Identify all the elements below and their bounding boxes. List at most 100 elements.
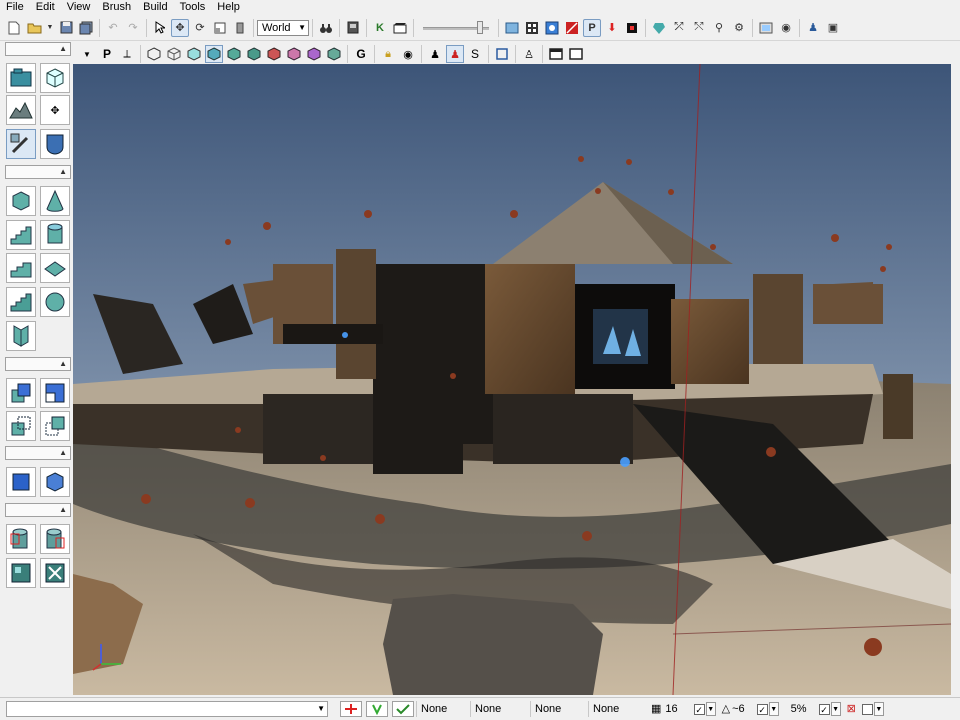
check-all-icon[interactable] (392, 701, 414, 717)
show-selected-icon[interactable] (40, 524, 70, 554)
sidebar-group-header[interactable]: ▲ (5, 446, 71, 460)
rotation-snap[interactable]: △ ~6 (719, 701, 748, 717)
lit-icon[interactable] (205, 45, 223, 63)
geometry-mode-icon[interactable] (40, 63, 70, 93)
sheet-brush-icon[interactable] (40, 253, 70, 283)
viewport-options-dropdown[interactable]: ▼ (78, 45, 96, 63)
rotation-checkbox[interactable]: ✓ (756, 703, 768, 715)
build-all-icon[interactable]: ⤲ (690, 19, 708, 37)
perspective-viewport[interactable] (73, 64, 951, 695)
material-editor-icon[interactable]: ⚙ (730, 19, 748, 37)
grid-size[interactable]: ▦ 16 (648, 701, 681, 717)
cone-brush-icon[interactable] (40, 186, 70, 216)
perspective-button[interactable]: P (98, 45, 116, 63)
terrain-mode-icon[interactable] (6, 95, 36, 125)
menu-build[interactable]: Build (137, 0, 173, 15)
scale-toggle[interactable]: ✓ ▼ (816, 701, 844, 717)
save-icon[interactable] (57, 19, 75, 37)
actor-classes-icon[interactable] (543, 19, 561, 37)
matinee-icon[interactable] (344, 19, 362, 37)
menu-help[interactable]: Help (211, 0, 246, 15)
level-icon[interactable]: ◉ (777, 19, 795, 37)
play-on-pc-icon[interactable] (563, 19, 581, 37)
generic-browser-icon[interactable] (523, 19, 541, 37)
menu-edit[interactable]: Edit (30, 0, 61, 15)
collapse-arrow-icon[interactable]: ▲ (59, 505, 67, 514)
curved-stair-icon[interactable] (6, 253, 36, 283)
new-file-icon[interactable] (5, 19, 23, 37)
detail-lighting-icon[interactable] (225, 45, 243, 63)
translate-icon[interactable]: ✥ (171, 18, 189, 37)
menu-file[interactable]: File (0, 0, 30, 15)
sidebar-group-header[interactable]: ▲ (5, 357, 71, 371)
sidebar-group-header[interactable]: ▲ (5, 503, 71, 517)
volumetric-brush-icon[interactable] (6, 321, 36, 351)
cube-brush-icon[interactable] (6, 186, 36, 216)
mesh-paint-icon[interactable] (40, 129, 70, 159)
console-icon[interactable] (757, 19, 775, 37)
chevron-down-icon[interactable]: ▼ (830, 702, 841, 716)
shader-complexity-icon[interactable] (305, 45, 323, 63)
texture-align-icon[interactable] (6, 129, 36, 159)
sidebar-group-header[interactable]: ▲ (5, 165, 71, 179)
add-special-icon[interactable] (40, 467, 70, 497)
unlit-icon[interactable] (185, 45, 203, 63)
game-view-icon[interactable]: ♟ (426, 45, 444, 63)
binoculars-icon[interactable] (317, 19, 335, 37)
select-cursor-icon[interactable] (151, 19, 169, 37)
menu-tools[interactable]: Tools (174, 0, 212, 15)
command-input[interactable]: ▼ (6, 701, 328, 717)
lock-icon[interactable]: 🔒︎ (379, 45, 397, 63)
realtime-toggle-button[interactable]: S (466, 45, 484, 63)
menu-view[interactable]: View (61, 0, 97, 15)
linear-stair-icon[interactable] (6, 220, 36, 250)
drag-grid-icon[interactable] (340, 701, 362, 717)
csg-add-icon[interactable] (6, 378, 36, 408)
csg-deintersect-icon[interactable] (40, 411, 70, 441)
camera-mode-icon[interactable] (6, 63, 36, 93)
chevron-down-icon[interactable]: ▼ (768, 702, 779, 716)
cylinder-brush-icon[interactable] (40, 220, 70, 250)
cinematic-icon[interactable]: ♙ (520, 45, 538, 63)
window-icon[interactable] (567, 45, 585, 63)
camera-icon[interactable]: ⟂ (118, 45, 136, 63)
spiral-stair-icon[interactable] (6, 287, 36, 317)
undo-icon[interactable]: ↶ (104, 19, 122, 37)
group-toggle-button[interactable]: G (352, 45, 370, 63)
wireframe-icon[interactable] (145, 45, 163, 63)
dropdown-icon[interactable]: ▼ (45, 19, 55, 37)
chevron-down-icon[interactable]: ▼ (317, 704, 325, 713)
collapse-arrow-icon[interactable]: ▲ (59, 359, 67, 368)
content-browser-icon[interactable] (503, 19, 521, 37)
open-folder-icon[interactable] (25, 19, 43, 37)
csg-intersect-icon[interactable] (6, 411, 36, 441)
clapper-icon[interactable] (391, 19, 409, 37)
collapse-arrow-icon[interactable]: ▲ (59, 167, 67, 176)
scale-icon[interactable] (211, 19, 229, 37)
maximize-viewport-icon[interactable] (493, 45, 511, 63)
invert-selection-icon[interactable] (40, 558, 70, 588)
realtime-preview-icon[interactable]: ♟ (446, 45, 464, 63)
scene-manager-icon[interactable]: ▣ (824, 19, 842, 37)
brush-wireframe-icon[interactable] (165, 45, 183, 63)
build-lighting-icon[interactable] (623, 19, 641, 37)
lightmap-density-icon[interactable] (325, 45, 343, 63)
select-all-icon[interactable] (6, 558, 36, 588)
light-complexity-icon[interactable] (265, 45, 283, 63)
eye-icon[interactable]: ◉ (399, 45, 417, 63)
scale-snap[interactable]: 5% (788, 701, 810, 717)
vertex-checkbox[interactable] (861, 703, 873, 715)
lighting-only-icon[interactable] (245, 45, 263, 63)
grid-checkbox[interactable]: ✓ (693, 703, 705, 715)
build-paths-icon[interactable] (650, 19, 668, 37)
rotate-icon[interactable]: ⟳ (191, 19, 209, 37)
hide-selected-icon[interactable] (6, 524, 36, 554)
chevron-down-icon[interactable]: ▼ (705, 702, 716, 716)
menu-brush[interactable]: Brush (96, 0, 137, 15)
lightmass-icon[interactable]: ⚲ (710, 19, 728, 37)
transform-widget-icon[interactable]: ✥ (40, 95, 70, 125)
kismet-icon[interactable]: K (371, 19, 389, 37)
scale-checkbox[interactable]: ✓ (818, 703, 830, 715)
camera-speed-slider[interactable] (423, 20, 489, 36)
sidebar-group-header[interactable]: ▲ (5, 42, 71, 56)
